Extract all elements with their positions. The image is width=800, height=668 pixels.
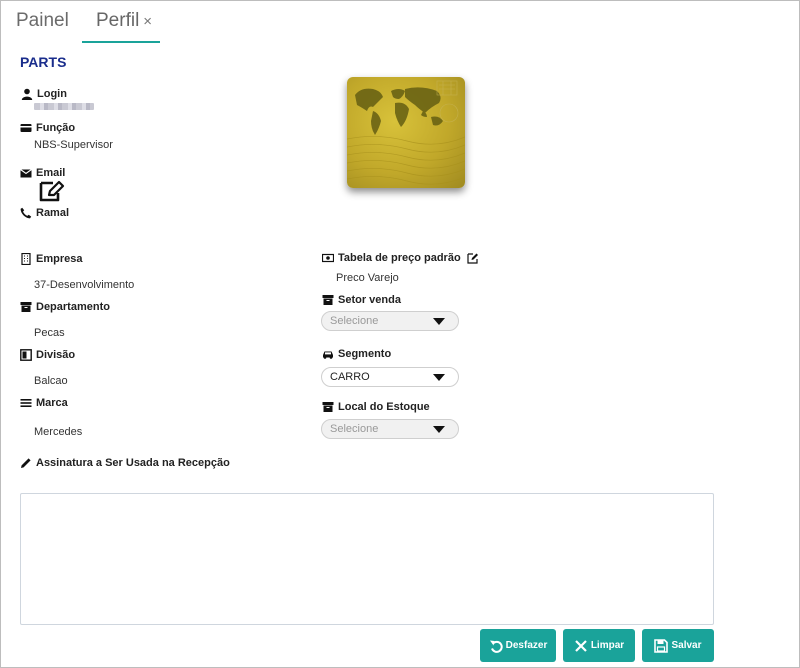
tabela-label: Tabela de preço padrão [338, 252, 461, 264]
local-label: Local do Estoque [338, 401, 430, 413]
local-estoque-select[interactable]: Selecione [321, 419, 459, 439]
departamento-label: Departamento [36, 301, 110, 313]
limpar-button[interactable]: Limpar [563, 629, 635, 662]
car-icon [323, 351, 333, 359]
tab-perfil-label: Perfil [96, 10, 140, 31]
segmento-value: CARRO [330, 371, 370, 383]
divisao-label-row: Divisão [20, 349, 75, 361]
tab-bar: Painel Perfil × [0, 0, 798, 44]
empresa-label-row: Empresa [20, 253, 82, 265]
segmento-select[interactable]: CARRO [321, 367, 459, 387]
assinatura-textarea[interactable] [20, 493, 714, 625]
tab-perfil[interactable]: Perfil × [96, 10, 152, 32]
page-title: PARTS [20, 54, 67, 70]
chevron-down-icon[interactable] [420, 420, 458, 438]
world-map-card-art [347, 80, 465, 185]
tab-painel[interactable]: Painel [16, 10, 69, 32]
tabela-label-row: Tabela de preço padrão [322, 252, 479, 264]
departamento-label-row: Departamento [20, 301, 110, 313]
assinatura-label-row: Assinatura a Ser Usada na Recepção [20, 457, 230, 469]
salvar-label: Salvar [671, 640, 702, 651]
marca-label-row: Marca [20, 397, 68, 409]
login-label-row: Login [21, 88, 67, 100]
departamento-value: Pecas [34, 327, 65, 339]
archive-icon [20, 302, 32, 312]
archive-icon [322, 295, 334, 305]
desfazer-label: Desfazer [505, 640, 548, 651]
funcao-label: Função [36, 122, 76, 134]
edit-tabela-icon[interactable] [467, 252, 479, 264]
envelope-icon [20, 169, 32, 178]
archive-icon [322, 402, 334, 412]
marca-value: Mercedes [34, 426, 83, 438]
save-icon [654, 638, 669, 653]
login-label: Login [37, 88, 67, 100]
ramal-label-row: Ramal [20, 207, 69, 219]
tab-close-icon[interactable]: × [143, 13, 152, 30]
divisao-value: Balcao [34, 375, 68, 387]
email-label-row: Email [20, 161, 65, 179]
ramal-label: Ramal [36, 207, 70, 219]
setor-venda-value: Selecione [330, 315, 379, 327]
tab-painel-label: Painel [16, 10, 69, 31]
close-icon [575, 639, 587, 652]
funcao-label-row: Função [20, 122, 75, 134]
undo-icon [489, 640, 503, 653]
segmento-label-row: Segmento [322, 348, 391, 360]
division-icon [20, 349, 32, 361]
salvar-button[interactable]: Salvar [642, 629, 714, 662]
divisao-label: Divisão [36, 349, 76, 361]
local-estoque-value: Selecione [330, 423, 379, 435]
setor-label-row: Setor venda [322, 294, 401, 306]
id-card-icon [20, 124, 32, 132]
money-icon [322, 253, 334, 263]
segmento-label: Segmento [338, 348, 392, 360]
user-icon [21, 88, 33, 100]
building-icon [21, 253, 31, 265]
marca-label: Marca [36, 397, 68, 409]
pencil-icon [21, 458, 31, 468]
tabela-value: Preco Varejo [336, 272, 399, 284]
login-value-redacted [34, 103, 94, 110]
local-label-row: Local do Estoque [322, 401, 430, 413]
funcao-value: NBS-Supervisor [34, 139, 113, 151]
empresa-label: Empresa [36, 253, 83, 265]
email-label: Email [36, 167, 66, 179]
assinatura-label: Assinatura a Ser Usada na Recepção [36, 457, 230, 469]
limpar-label: Limpar [590, 640, 625, 651]
chevron-down-icon[interactable] [420, 368, 458, 386]
setor-venda-select[interactable]: Selecione [321, 311, 459, 331]
phone-icon [20, 207, 32, 219]
active-tab-indicator [82, 41, 160, 43]
desfazer-button[interactable]: Desfazer [480, 629, 556, 662]
edit-email-icon[interactable] [39, 180, 65, 202]
profile-card-image[interactable] [347, 77, 465, 188]
empresa-value: 37-Desenvolvimento [34, 279, 135, 291]
chevron-down-icon[interactable] [420, 312, 458, 330]
setor-label: Setor venda [338, 294, 401, 306]
list-icon [20, 399, 32, 407]
